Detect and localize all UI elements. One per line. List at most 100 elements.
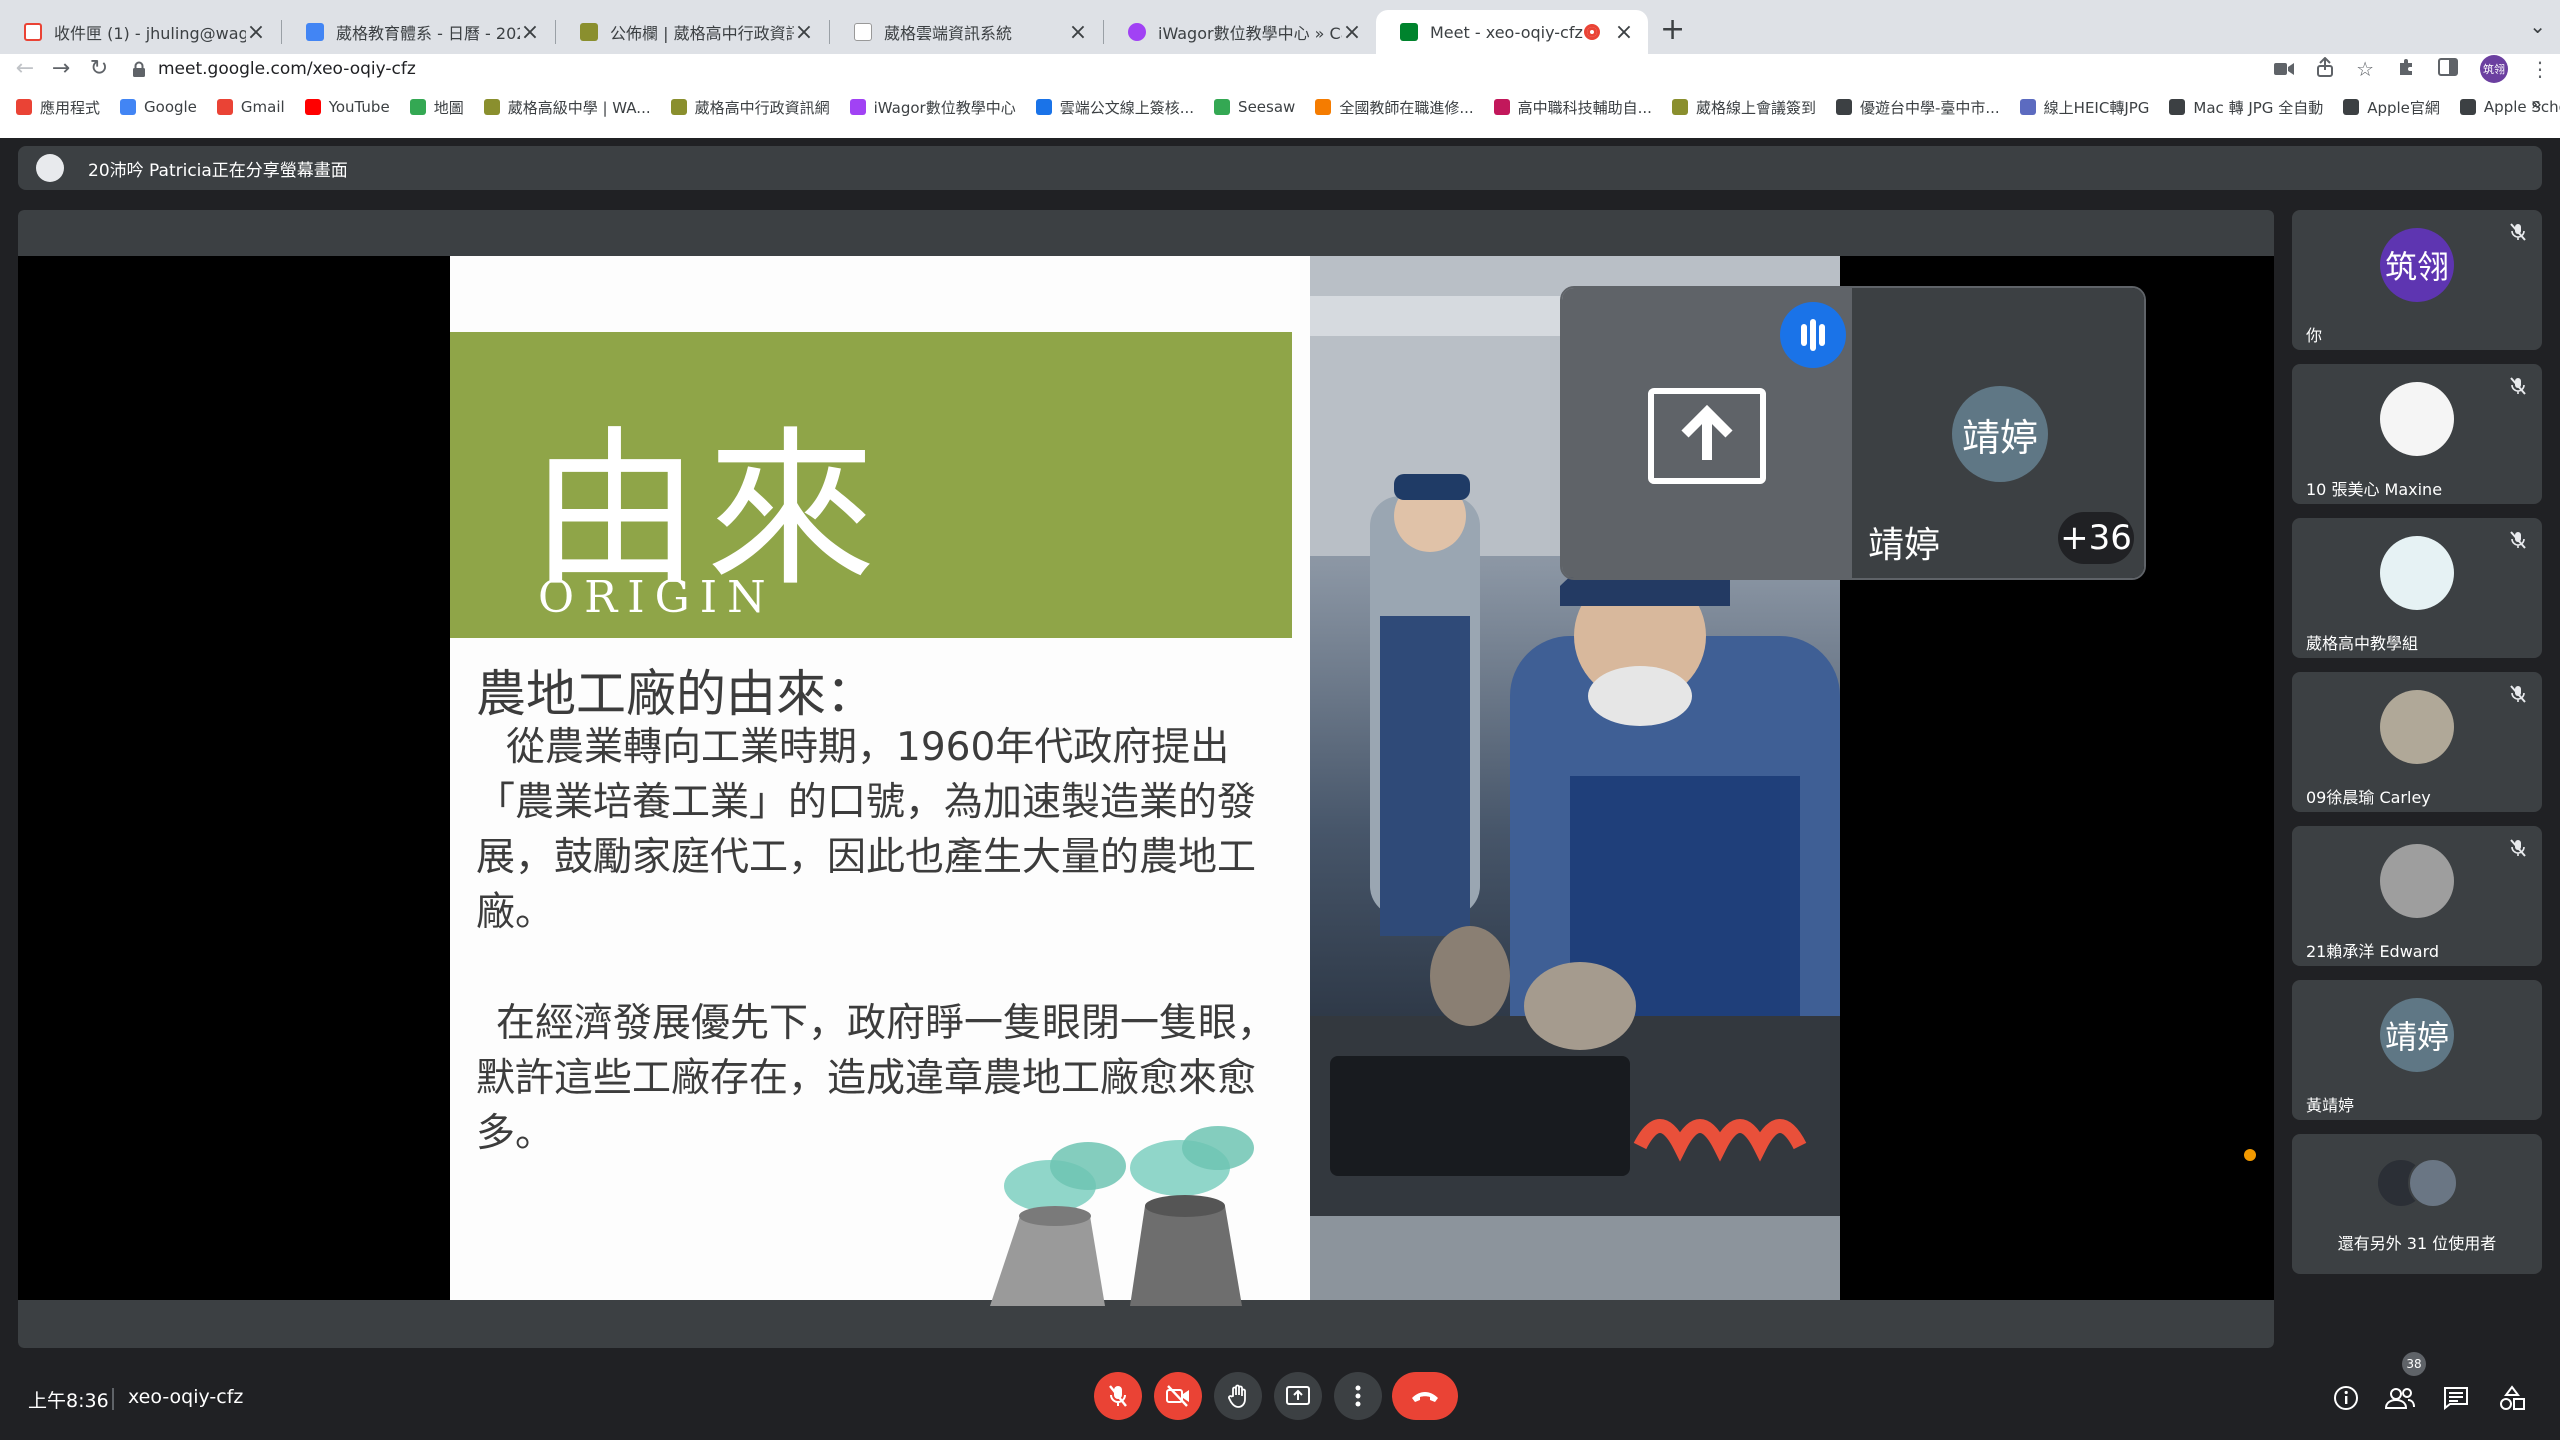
close-icon[interactable]: ×: [246, 20, 266, 45]
bookmark-item[interactable]: 應用程式: [16, 97, 100, 118]
participant-tile[interactable]: 靖婷 黃靖婷: [2292, 980, 2542, 1120]
bookmark-item[interactable]: Seesaw: [1214, 98, 1295, 116]
tab-gmail[interactable]: 收件匣 (1) - jhuling@wagor.tc.e ×: [0, 10, 280, 54]
bookmark-item[interactable]: Gmail: [216, 98, 285, 116]
more-options-button[interactable]: [1334, 1372, 1382, 1420]
bookmark-item[interactable]: Google: [120, 98, 197, 116]
bookmark-favicon-icon: [216, 99, 233, 115]
participant-name: 你: [2306, 326, 2323, 345]
bookmark-item[interactable]: 優遊台中學-臺中市...: [1835, 97, 2000, 118]
bookmarks-overflow-icon[interactable]: »: [2531, 94, 2542, 115]
reload-icon[interactable]: ↻: [84, 54, 114, 84]
participant-avatar: [2380, 844, 2454, 918]
close-icon[interactable]: ×: [520, 20, 540, 45]
participant-avatar: [2380, 536, 2454, 610]
bookmark-item[interactable]: 全國教師在職進修...: [1315, 97, 1474, 118]
activity-dot: [2244, 1149, 2256, 1161]
school-logo-icon: [580, 23, 598, 41]
present-button[interactable]: [1274, 1372, 1322, 1420]
presenter-pip[interactable]: 靖婷 靖婷 +36: [1560, 286, 2146, 580]
camera-icon[interactable]: [2274, 57, 2295, 81]
close-icon[interactable]: ×: [1614, 20, 1634, 45]
mic-off-icon: [2510, 839, 2526, 857]
new-tab-button[interactable]: +: [1660, 12, 1685, 47]
pip-more-count[interactable]: +36: [2058, 512, 2134, 564]
raise-hand-button[interactable]: [1214, 1372, 1262, 1420]
camera-toggle-button[interactable]: [1154, 1372, 1202, 1420]
close-icon[interactable]: ×: [794, 20, 814, 45]
close-icon[interactable]: ×: [1068, 20, 1088, 45]
bookmark-item[interactable]: YouTube: [304, 98, 390, 116]
menu-icon[interactable]: ⋮: [2530, 57, 2550, 81]
bookmark-star-icon[interactable]: ☆: [2356, 57, 2374, 81]
bookmark-item[interactable]: 雲端公文線上簽核...: [1035, 97, 1194, 118]
back-icon[interactable]: ←: [10, 54, 40, 84]
bookmark-item[interactable]: Apple School Man...: [2459, 98, 2560, 116]
tab-calendar[interactable]: 葳格教育體系 - 日曆 - 2022年5 ×: [282, 10, 554, 54]
participant-tile[interactable]: 葳格高中教學組: [2292, 518, 2542, 658]
bookmark-favicon-icon: [849, 99, 866, 115]
extensions-icon[interactable]: [2396, 57, 2416, 82]
clock: 上午8:36: [28, 1390, 109, 1412]
profile-avatar[interactable]: 筑翎: [2480, 55, 2508, 83]
forward-icon[interactable]: →: [46, 54, 76, 84]
tab-cloud-system[interactable]: 葳格雲端資訊系統 ×: [830, 10, 1102, 54]
speaking-indicator-icon: [1780, 302, 1846, 368]
meet-app: 20沛吟 Patricia正在分享螢幕畫面 由來 ORIGIN 農地工廠的由來：…: [0, 138, 2560, 1440]
participant-tile[interactable]: 10 張美心 Maxine: [2292, 364, 2542, 504]
bookmark-item[interactable]: 葳格高中行政資訊網: [670, 97, 830, 118]
bookmark-item[interactable]: Mac 轉 JPG 全自動: [2169, 97, 2323, 118]
mic-toggle-button[interactable]: [1094, 1372, 1142, 1420]
meet-bottom-bar: 上午8:36 xeo-oqiy-cfz 38: [0, 1352, 2560, 1440]
people-count-badge: 38: [2402, 1352, 2426, 1376]
meeting-details-button[interactable]: [2330, 1382, 2362, 1414]
pip-participant-pane: 靖婷 靖婷 +36: [1852, 288, 2144, 578]
tab-search-icon[interactable]: ⌄: [2529, 14, 2546, 38]
bookmark-item[interactable]: 線上HEIC轉JPG: [2019, 97, 2149, 118]
chat-button[interactable]: [2440, 1382, 2472, 1414]
people-button[interactable]: [2384, 1382, 2416, 1414]
mic-off-icon: [2510, 531, 2526, 549]
participant-tile[interactable]: 21賴承洋 Edward: [2292, 826, 2542, 966]
factory-chimney-illustration: [990, 1126, 1254, 1306]
activities-button[interactable]: [2496, 1382, 2528, 1414]
hang-up-icon: [1412, 1392, 1438, 1402]
address-bar[interactable]: meet.google.com/xeo-oqiy-cfz: [132, 54, 416, 84]
lock-icon: [132, 61, 146, 77]
bookmark-item[interactable]: 高中職科技輔助自...: [1493, 97, 1652, 118]
w-logo-icon: [854, 23, 872, 41]
share-icon[interactable]: [2316, 56, 2334, 82]
pip-name: 靖婷: [1868, 525, 1941, 566]
others-avatars: [2376, 1158, 2460, 1208]
others-tile[interactable]: 還有另外 31 位使用者: [2292, 1134, 2542, 1274]
bookmark-favicon-icon: [304, 99, 321, 115]
close-icon[interactable]: ×: [1342, 20, 1362, 45]
bookmark-item[interactable]: Apple官網: [2343, 97, 2440, 118]
bookmark-item[interactable]: iWagor數位教學中心: [849, 97, 1016, 118]
gmail-icon: [24, 23, 42, 41]
tab-meet[interactable]: Meet - xeo-oqiy-cfz ×: [1376, 10, 1648, 54]
tab-iwagor[interactable]: iWagor數位教學中心 » Categor ×: [1104, 10, 1376, 54]
bookmark-favicon-icon: [2169, 99, 2186, 115]
recording-icon: [1584, 24, 1600, 40]
bookmark-favicon-icon: [483, 99, 500, 115]
presentation-stage: 由來 ORIGIN 農地工廠的由來： 從農業轉向工業時期，1960年代政府提出「…: [18, 210, 2274, 1348]
bookmark-item[interactable]: 葳格線上會議簽到: [1671, 97, 1816, 118]
bookmark-item[interactable]: 地圖: [409, 97, 464, 118]
tab-bulletin[interactable]: 公佈欄 | 葳格高中行政資訊網 ×: [556, 10, 828, 54]
meet-icon: [1400, 23, 1418, 41]
participant-name: 黃靖婷: [2306, 1096, 2355, 1115]
side-panel-icon[interactable]: [2438, 57, 2458, 81]
participant-name: 10 張美心 Maxine: [2306, 480, 2443, 499]
participant-tile[interactable]: 09徐晨瑜 Carley: [2292, 672, 2542, 812]
bookmark-favicon-icon: [1671, 99, 1688, 115]
avatar: [2408, 1158, 2458, 1208]
browser-tab-bar: 收件匣 (1) - jhuling@wagor.tc.e × 葳格教育體系 - …: [0, 0, 2560, 54]
participant-name: 09徐晨瑜 Carley: [2306, 788, 2431, 807]
more-vert-icon: [1355, 1385, 1361, 1407]
leave-call-button[interactable]: [1392, 1372, 1458, 1420]
participant-tile[interactable]: 筑翎你: [2292, 210, 2542, 350]
bookmark-item[interactable]: 葳格高級中學 | WA...: [483, 97, 651, 118]
presenter-avatar: [36, 154, 64, 182]
slide-heading: 農地工廠的由來：: [476, 665, 876, 723]
